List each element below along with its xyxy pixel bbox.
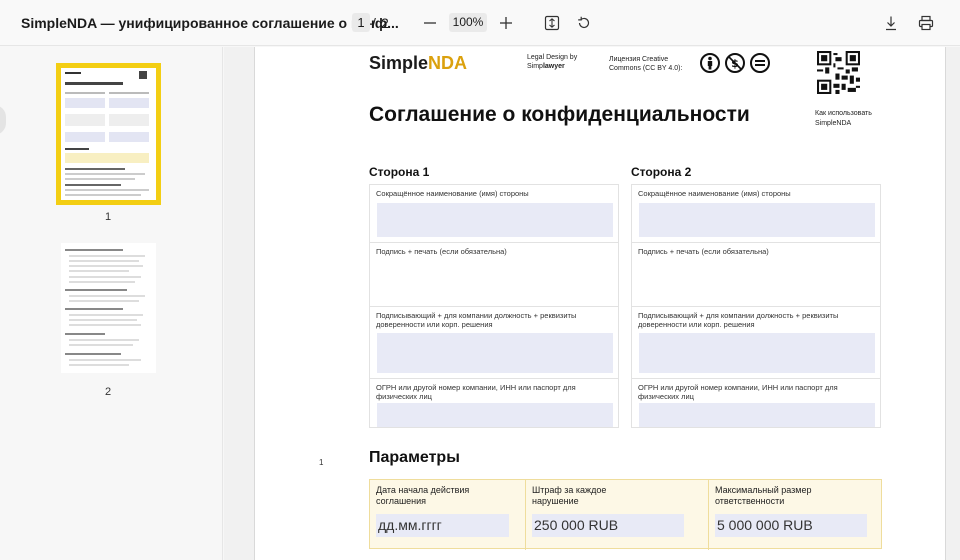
party-2-ogrn-field[interactable] [639, 403, 875, 427]
how-to-use-link[interactable]: Как использовать SimpleNDA [815, 109, 885, 129]
page-separator: / [372, 15, 376, 31]
parameters-heading: Параметры [369, 449, 460, 466]
param-start-date: Дата начала действия соглашения дд.мм.гг… [370, 480, 526, 550]
ogrn-label: ОГРН или другой номер компании, ИНН или … [376, 383, 576, 401]
sidebar-toggle[interactable] [0, 105, 6, 135]
fit-page-button[interactable] [540, 11, 564, 35]
signatory-label: Подписывающий + для компании должность +… [638, 311, 839, 329]
party-2-signatory-field[interactable] [639, 333, 875, 373]
party-1-short-name-field[interactable] [377, 203, 613, 237]
legal-design-credit: Legal Design by Simplawyer [527, 54, 578, 70]
print-icon [918, 15, 934, 31]
plus-icon [500, 17, 512, 29]
document-page-1: SimpleNDA Legal Design by Simplawyer Лиц… [254, 47, 946, 560]
zoom-in-button[interactable] [494, 11, 518, 35]
zoom-out-button[interactable] [418, 11, 442, 35]
signature-label: Подпись + печать (если обязательна) [638, 247, 769, 256]
party-1-table: Сокращённое наименование (имя) стороны П… [369, 184, 619, 428]
page-thumbnail-1[interactable] [56, 63, 161, 205]
rotate-button[interactable] [572, 11, 596, 35]
document-heading: Соглашение о конфиденциальности [369, 103, 750, 126]
param-label: Штраф за каждое нарушение [532, 485, 607, 506]
thumbnail-sidebar: 1 2 [0, 47, 223, 560]
rotate-icon [578, 16, 590, 29]
signatory-label: Подписывающий + для компании должность +… [376, 311, 577, 329]
page-thumbnail-2[interactable] [61, 243, 156, 373]
license-text: Лицензия Creative Commons (CC BY 4.0): [609, 56, 683, 72]
signature-label: Подпись + печать (если обязательна) [376, 247, 507, 256]
party-1-heading: Сторона 1 [369, 165, 430, 179]
zoom-level[interactable]: 100% [449, 13, 487, 32]
download-icon [886, 16, 896, 31]
minus-icon [424, 22, 436, 24]
party-2-heading: Сторона 2 [631, 165, 692, 179]
penalty-field[interactable]: 250 000 RUB [532, 514, 684, 537]
param-label: Максимальный размер ответственности [715, 485, 812, 506]
start-date-field[interactable]: дд.мм.гггг [376, 514, 509, 537]
cc-by-icon [700, 53, 720, 73]
param-label: Дата начала действия соглашения [376, 485, 470, 506]
current-page-input[interactable]: 1 [352, 13, 370, 32]
short-name-label: Сокращённое наименование (имя) стороны [376, 189, 529, 198]
cc-nd-icon [750, 53, 770, 73]
fit-page-icon [544, 15, 560, 31]
parameters-table: Дата начала действия соглашения дд.мм.гг… [369, 479, 882, 550]
page-margin-number: 1 [319, 458, 324, 467]
document-viewer[interactable]: SimpleNDA Legal Design by Simplawyer Лиц… [224, 47, 960, 560]
total-pages: 2 [381, 15, 389, 31]
print-button[interactable] [914, 11, 938, 35]
pdf-toolbar: SimpleNDA — унифицированное соглашение о… [0, 0, 960, 46]
thumbnail-label-1: 1 [104, 211, 112, 223]
thumbnail-label-2: 2 [104, 386, 112, 398]
party-1-ogrn-field[interactable] [377, 403, 613, 427]
cc-nc-icon: $ [725, 53, 745, 73]
document-title: SimpleNDA — унифицированное соглашение о… [21, 15, 399, 31]
param-max-liability: Максимальный размер ответственности 5 00… [709, 480, 881, 550]
max-liability-field[interactable]: 5 000 000 RUB [715, 514, 867, 537]
param-penalty: Штраф за каждое нарушение 250 000 RUB [526, 480, 709, 550]
party-1-signatory-field[interactable] [377, 333, 613, 373]
party-2-short-name-field[interactable] [639, 203, 875, 237]
short-name-label: Сокращённое наименование (имя) стороны [638, 189, 791, 198]
party-2-table: Сокращённое наименование (имя) стороны П… [631, 184, 881, 428]
ogrn-label: ОГРН или другой номер компании, ИНН или … [638, 383, 838, 401]
qr-code-icon[interactable] [817, 51, 860, 94]
brand-logo: SimpleNDA [369, 53, 468, 73]
download-button[interactable] [879, 11, 903, 35]
